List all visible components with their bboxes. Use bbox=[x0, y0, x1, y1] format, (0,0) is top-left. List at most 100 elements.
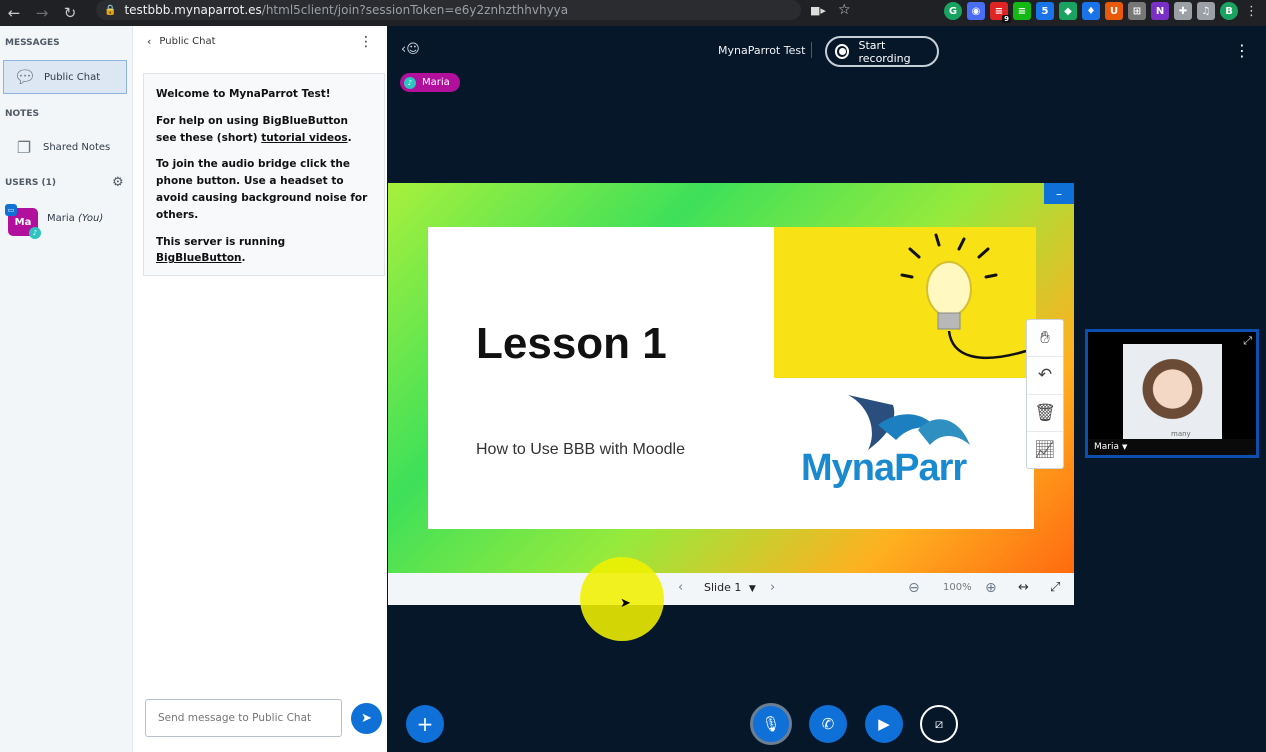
phone-icon: ✆ bbox=[821, 715, 835, 733]
avatar[interactable]: Ma ▭ ♪ bbox=[5, 204, 41, 239]
notes-icon: ❐ bbox=[16, 137, 32, 157]
fullscreen-icon[interactable]: ⤢ bbox=[1050, 580, 1060, 595]
chat-title: Public Chat bbox=[159, 36, 216, 47]
public-chat-label: Public Chat bbox=[44, 71, 101, 83]
zoom-out-icon[interactable]: ⊖ bbox=[908, 580, 920, 596]
sidebar-item-shared-notes[interactable]: ❐ Shared Notes bbox=[3, 130, 127, 164]
talker-name: Maria bbox=[422, 77, 450, 88]
webcam-tile[interactable]: many ⤢ Maria ▼ bbox=[1085, 329, 1259, 458]
previous-slide-icon[interactable]: ‹ bbox=[678, 580, 683, 595]
start-recording-button[interactable]: Start recording bbox=[825, 36, 939, 67]
video-camera-icon: ▶︎ bbox=[878, 715, 890, 733]
browser-extension-icon[interactable]: U bbox=[1105, 2, 1123, 20]
welcome-text: . bbox=[347, 131, 352, 144]
webcam-user-name: Maria bbox=[1094, 442, 1119, 452]
extensions-row: G ◉ ≡ 9 ≡ 5 ◆ ♦ U ⊞ N ✚ ♫ B bbox=[944, 2, 1238, 23]
welcome-text: . bbox=[241, 252, 246, 265]
browser-extension-icon[interactable]: ♫ bbox=[1197, 2, 1215, 20]
undo-icon[interactable]: ↶ bbox=[1027, 357, 1063, 395]
next-slide-icon[interactable]: › bbox=[770, 580, 775, 595]
mute-microphone-button[interactable]: 🎙︎ bbox=[750, 703, 792, 745]
expand-video-icon[interactable]: ⤢ bbox=[1243, 334, 1252, 348]
welcome-meeting-name: MynaParrot Test bbox=[228, 88, 326, 100]
record-icon bbox=[835, 44, 850, 59]
welcome-text: This server is running bbox=[156, 235, 286, 248]
multi-user-chart-icon[interactable]: 📈︎ bbox=[1027, 432, 1063, 468]
browser-extension-icon[interactable]: G bbox=[944, 2, 962, 20]
browser-extension-icon[interactable]: ≡ bbox=[1013, 2, 1031, 20]
mouse-cursor-icon: ➤ bbox=[620, 596, 631, 611]
shared-notes-label: Shared Notes bbox=[43, 141, 111, 153]
share-screen-button[interactable]: ⧄ bbox=[920, 705, 958, 743]
welcome-text: Welcome to bbox=[156, 88, 229, 100]
slide-title: Lesson 1 bbox=[476, 319, 667, 368]
record-label: Start recording bbox=[858, 38, 911, 65]
talking-indicator[interactable]: ♪ Maria bbox=[400, 73, 460, 92]
webcam-watermark: many bbox=[1171, 430, 1191, 438]
fit-width-icon[interactable]: ↔ bbox=[1018, 580, 1029, 595]
lock-icon: 🔒 bbox=[104, 4, 117, 16]
browser-extension-icon[interactable]: ⊞ bbox=[1128, 2, 1146, 20]
chat-options-icon[interactable]: ⋮ bbox=[359, 34, 373, 50]
browser-extension-icon[interactable]: 5 bbox=[1036, 2, 1054, 20]
address-bar[interactable]: 🔒 testbbb.mynaparrot.es /html5client/joi… bbox=[96, 0, 801, 20]
browser-extension-icon[interactable]: ≡ 9 bbox=[990, 2, 1011, 23]
welcome-line-1: Welcome to MynaParrot Test! bbox=[156, 86, 372, 103]
browser-extension-icon[interactable]: ✚ bbox=[1174, 2, 1192, 20]
microphone-icon: 🎙︎ bbox=[761, 715, 781, 733]
browser-extension-icon[interactable]: ◆ bbox=[1059, 2, 1077, 20]
tutorial-videos-link[interactable]: tutorial videos bbox=[261, 132, 347, 144]
slide-select-label: Slide 1 bbox=[704, 581, 742, 594]
notes-title: NOTES bbox=[5, 109, 39, 119]
browser-menu-icon[interactable]: ⋮ bbox=[1245, 4, 1258, 19]
browser-toolbar: ← → ↻ 🔒 testbbb.mynaparrot.es /html5clie… bbox=[0, 0, 1266, 26]
avatar-initials: Ma bbox=[14, 216, 32, 228]
send-message-button[interactable]: ➤ bbox=[351, 703, 382, 734]
back-icon[interactable]: ← bbox=[2, 2, 26, 24]
user-name: Maria bbox=[47, 213, 75, 224]
slide-yellow-panel bbox=[774, 227, 1036, 378]
users-title: USERS (1) bbox=[5, 178, 56, 188]
chat-message-input[interactable] bbox=[145, 699, 342, 737]
presentation-toolbar: ‹ Slide 1 ▼ › ⊖ 100% ⊕ ↔ ⤢ bbox=[388, 573, 1074, 605]
welcome-line-2: For help on using BigBlueButton see thes… bbox=[156, 113, 372, 147]
chevron-left-icon: ‹ bbox=[147, 35, 152, 48]
user-list-item[interactable]: Maria (You) bbox=[47, 213, 103, 224]
forward-icon[interactable]: → bbox=[30, 2, 54, 24]
main-area: ‹☺ MynaParrot Test Start recording ⋮ ♪ M… bbox=[387, 26, 1266, 752]
browser-extension-icon[interactable]: N bbox=[1151, 2, 1169, 20]
parrot-logo-icon bbox=[848, 395, 970, 450]
send-icon: ➤ bbox=[361, 711, 372, 726]
zoom-value[interactable]: 100% bbox=[943, 582, 972, 593]
options-menu-icon[interactable]: ⋮ bbox=[1234, 41, 1250, 60]
bigbluebutton-link[interactable]: BigBlueButton bbox=[156, 252, 242, 264]
chat-header[interactable]: ‹ Public Chat bbox=[147, 35, 216, 48]
hand-tool-icon[interactable]: ✋︎ bbox=[1027, 320, 1063, 358]
minus-icon: – bbox=[1056, 186, 1062, 201]
browser-extension-icon[interactable]: ◉ bbox=[967, 2, 985, 20]
share-webcam-button[interactable]: ▶︎ bbox=[865, 705, 903, 743]
chevron-down-icon: ▼ bbox=[1122, 443, 1128, 451]
sidebar-item-public-chat[interactable]: 💬︎ Public Chat bbox=[3, 60, 127, 94]
meeting-title: MynaParrot Test bbox=[718, 44, 806, 57]
minimize-presentation-button[interactable]: – bbox=[1044, 183, 1074, 204]
slide-subtitle: How to Use BBB with Moodle bbox=[476, 441, 685, 458]
browser-extension-icon[interactable]: B bbox=[1220, 2, 1238, 20]
clear-trash-icon[interactable]: 🗑︎ bbox=[1027, 395, 1063, 432]
reload-icon[interactable]: ↻ bbox=[58, 2, 82, 24]
messages-title: MESSAGES bbox=[5, 38, 60, 48]
leave-audio-button[interactable]: ✆ bbox=[809, 705, 847, 743]
zoom-in-icon[interactable]: ⊕ bbox=[985, 580, 997, 596]
url-path: /html5client/join?sessionToken=e6y2znhzt… bbox=[261, 3, 569, 17]
chat-icon: 💬︎ bbox=[13, 66, 37, 88]
user-list-panel: MESSAGES 💬︎ Public Chat NOTES ❐ Shared N… bbox=[0, 26, 132, 752]
toggle-user-list-icon[interactable]: ‹☺ bbox=[401, 42, 420, 57]
webcam-user-menu[interactable]: Maria ▼ bbox=[1088, 439, 1256, 455]
welcome-line-3: To join the audio bridge click the phone… bbox=[156, 158, 368, 221]
actions-plus-button[interactable]: + bbox=[406, 705, 444, 743]
user-settings-gear-icon[interactable]: ⚙ bbox=[112, 175, 124, 190]
camera-permission-icon[interactable]: ■▸ bbox=[810, 4, 826, 17]
slide-select[interactable]: Slide 1 ▼ bbox=[704, 581, 756, 594]
bookmark-star-icon[interactable]: ☆ bbox=[838, 2, 851, 18]
browser-extension-icon[interactable]: ♦ bbox=[1082, 2, 1100, 20]
